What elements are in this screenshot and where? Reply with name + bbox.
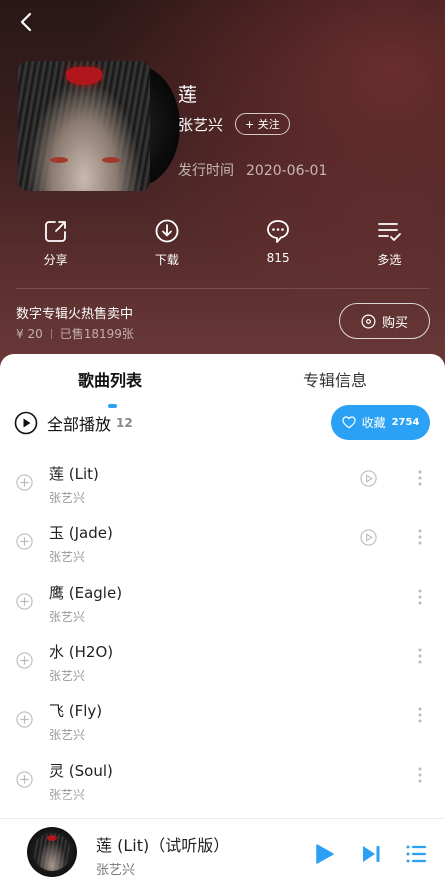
more-icon[interactable] — [410, 468, 430, 488]
add-circle-icon[interactable] — [16, 592, 33, 610]
release-info: 发行时间 2020-06-01 — [178, 160, 327, 180]
tab-album-info[interactable]: 专辑信息 — [303, 367, 367, 391]
back-button[interactable] — [14, 10, 38, 34]
song-artist: 张艺兴 — [49, 728, 86, 743]
disc-icon — [361, 314, 376, 328]
song-artist: 张艺兴 — [49, 668, 86, 683]
song-row[interactable]: 飞 (Fly) 张艺兴 — [0, 695, 445, 753]
album-cover — [18, 61, 180, 191]
multiselect-button[interactable]: 多选 — [334, 218, 445, 274]
price: ¥ 20 — [16, 326, 43, 341]
song-title: 莲 (Lit) — [49, 465, 99, 483]
add-circle-icon[interactable] — [16, 652, 33, 669]
share-label: 分享 — [43, 253, 68, 267]
divider — [16, 288, 429, 289]
play-circle-icon — [14, 411, 38, 435]
comment-count: 815 — [266, 251, 290, 265]
download-label: 下载 — [154, 253, 179, 267]
song-row[interactable]: 玉 (Jade) 张艺兴 — [0, 517, 445, 575]
promo-sub: ¥ 20 已售18199张 — [16, 325, 134, 342]
buy-button[interactable]: 购买 — [339, 303, 430, 339]
song-artist: 张艺兴 — [49, 550, 86, 565]
song-title: 水 (H2O) — [49, 642, 114, 661]
collect-label: 收藏 — [361, 416, 386, 430]
collect-count: 2754 — [391, 417, 420, 428]
collect-button[interactable]: 收藏 2754 — [331, 405, 430, 440]
add-circle-icon[interactable] — [16, 711, 33, 728]
sold-count: 已售18199张 — [59, 327, 134, 341]
tab-indicator — [108, 404, 117, 408]
tab-bar: 歌曲列表 专辑信息 — [0, 367, 445, 408]
add-circle-icon[interactable] — [16, 474, 33, 491]
share-icon — [44, 221, 66, 242]
more-icon[interactable] — [410, 587, 430, 607]
album-header: 莲 张艺兴 + 关注 发行时间 2020-06-01 分享 下载 815 多选 … — [0, 0, 445, 380]
follow-button[interactable]: + 关注 — [235, 113, 290, 135]
now-playing-cover[interactable] — [27, 827, 77, 877]
song-title: 灵 (Soul) — [49, 761, 113, 780]
comment-button[interactable]: 815 — [223, 218, 334, 274]
song-title: 玉 (Jade) — [49, 524, 113, 543]
share-button[interactable]: 分享 — [0, 218, 111, 274]
download-button[interactable]: 下载 — [111, 218, 222, 274]
now-playing-title: 莲 (Lit)（试听版） — [96, 836, 230, 855]
artist-name[interactable]: 张艺兴 — [178, 114, 223, 135]
more-icon[interactable] — [410, 765, 430, 785]
promo-title: 数字专辑火热售卖中 — [16, 307, 134, 322]
song-artist: 张艺兴 — [49, 609, 86, 624]
tab-song-list[interactable]: 歌曲列表 — [78, 367, 142, 391]
mv-icon[interactable] — [360, 529, 377, 546]
next-track-icon[interactable] — [360, 843, 382, 865]
now-playing-artist: 张艺兴 — [96, 863, 136, 878]
heart-icon — [341, 416, 356, 429]
song-row[interactable]: 鹰 (Eagle) 张艺兴 — [0, 577, 445, 635]
multiselect-icon — [378, 223, 402, 241]
mv-icon[interactable] — [360, 470, 377, 487]
mini-player[interactable]: 莲 (Lit)（试听版） 张艺兴 — [0, 818, 445, 894]
playlist-icon[interactable] — [405, 843, 427, 865]
play-all-button[interactable]: 全部播放 12 — [14, 411, 133, 435]
song-title: 鹰 (Eagle) — [49, 583, 123, 602]
play-all-label: 全部播放 — [47, 415, 112, 434]
song-count: 12 — [116, 416, 133, 430]
multiselect-label: 多选 — [377, 253, 402, 267]
song-row[interactable]: 莲 (Lit) 张艺兴 — [0, 458, 445, 516]
add-circle-icon[interactable] — [16, 533, 33, 550]
album-title: 莲 — [178, 84, 198, 106]
more-icon[interactable] — [410, 527, 430, 547]
add-circle-icon[interactable] — [16, 770, 33, 788]
release-date: 2020-06-01 — [246, 163, 328, 179]
comment-icon — [267, 220, 290, 243]
buy-label: 购买 — [381, 315, 408, 331]
song-title: 飞 (Fly) — [49, 702, 103, 721]
song-artist: 张艺兴 — [49, 491, 86, 505]
song-row[interactable]: 水 (H2O) 张艺兴 — [0, 636, 445, 694]
song-sheet: 歌曲列表 专辑信息 全部播放 12 收藏 2754 莲 (Lit) 张艺兴玉 (J… — [0, 354, 445, 894]
play-icon[interactable] — [313, 843, 335, 865]
release-label: 发行时间 — [178, 163, 234, 179]
album-cover-art — [18, 61, 150, 191]
more-icon[interactable] — [410, 705, 430, 725]
chevron-left-icon — [20, 12, 32, 32]
more-icon[interactable] — [410, 646, 430, 666]
download-icon — [155, 219, 179, 243]
action-bar: 分享 下载 815 多选 — [0, 218, 445, 274]
